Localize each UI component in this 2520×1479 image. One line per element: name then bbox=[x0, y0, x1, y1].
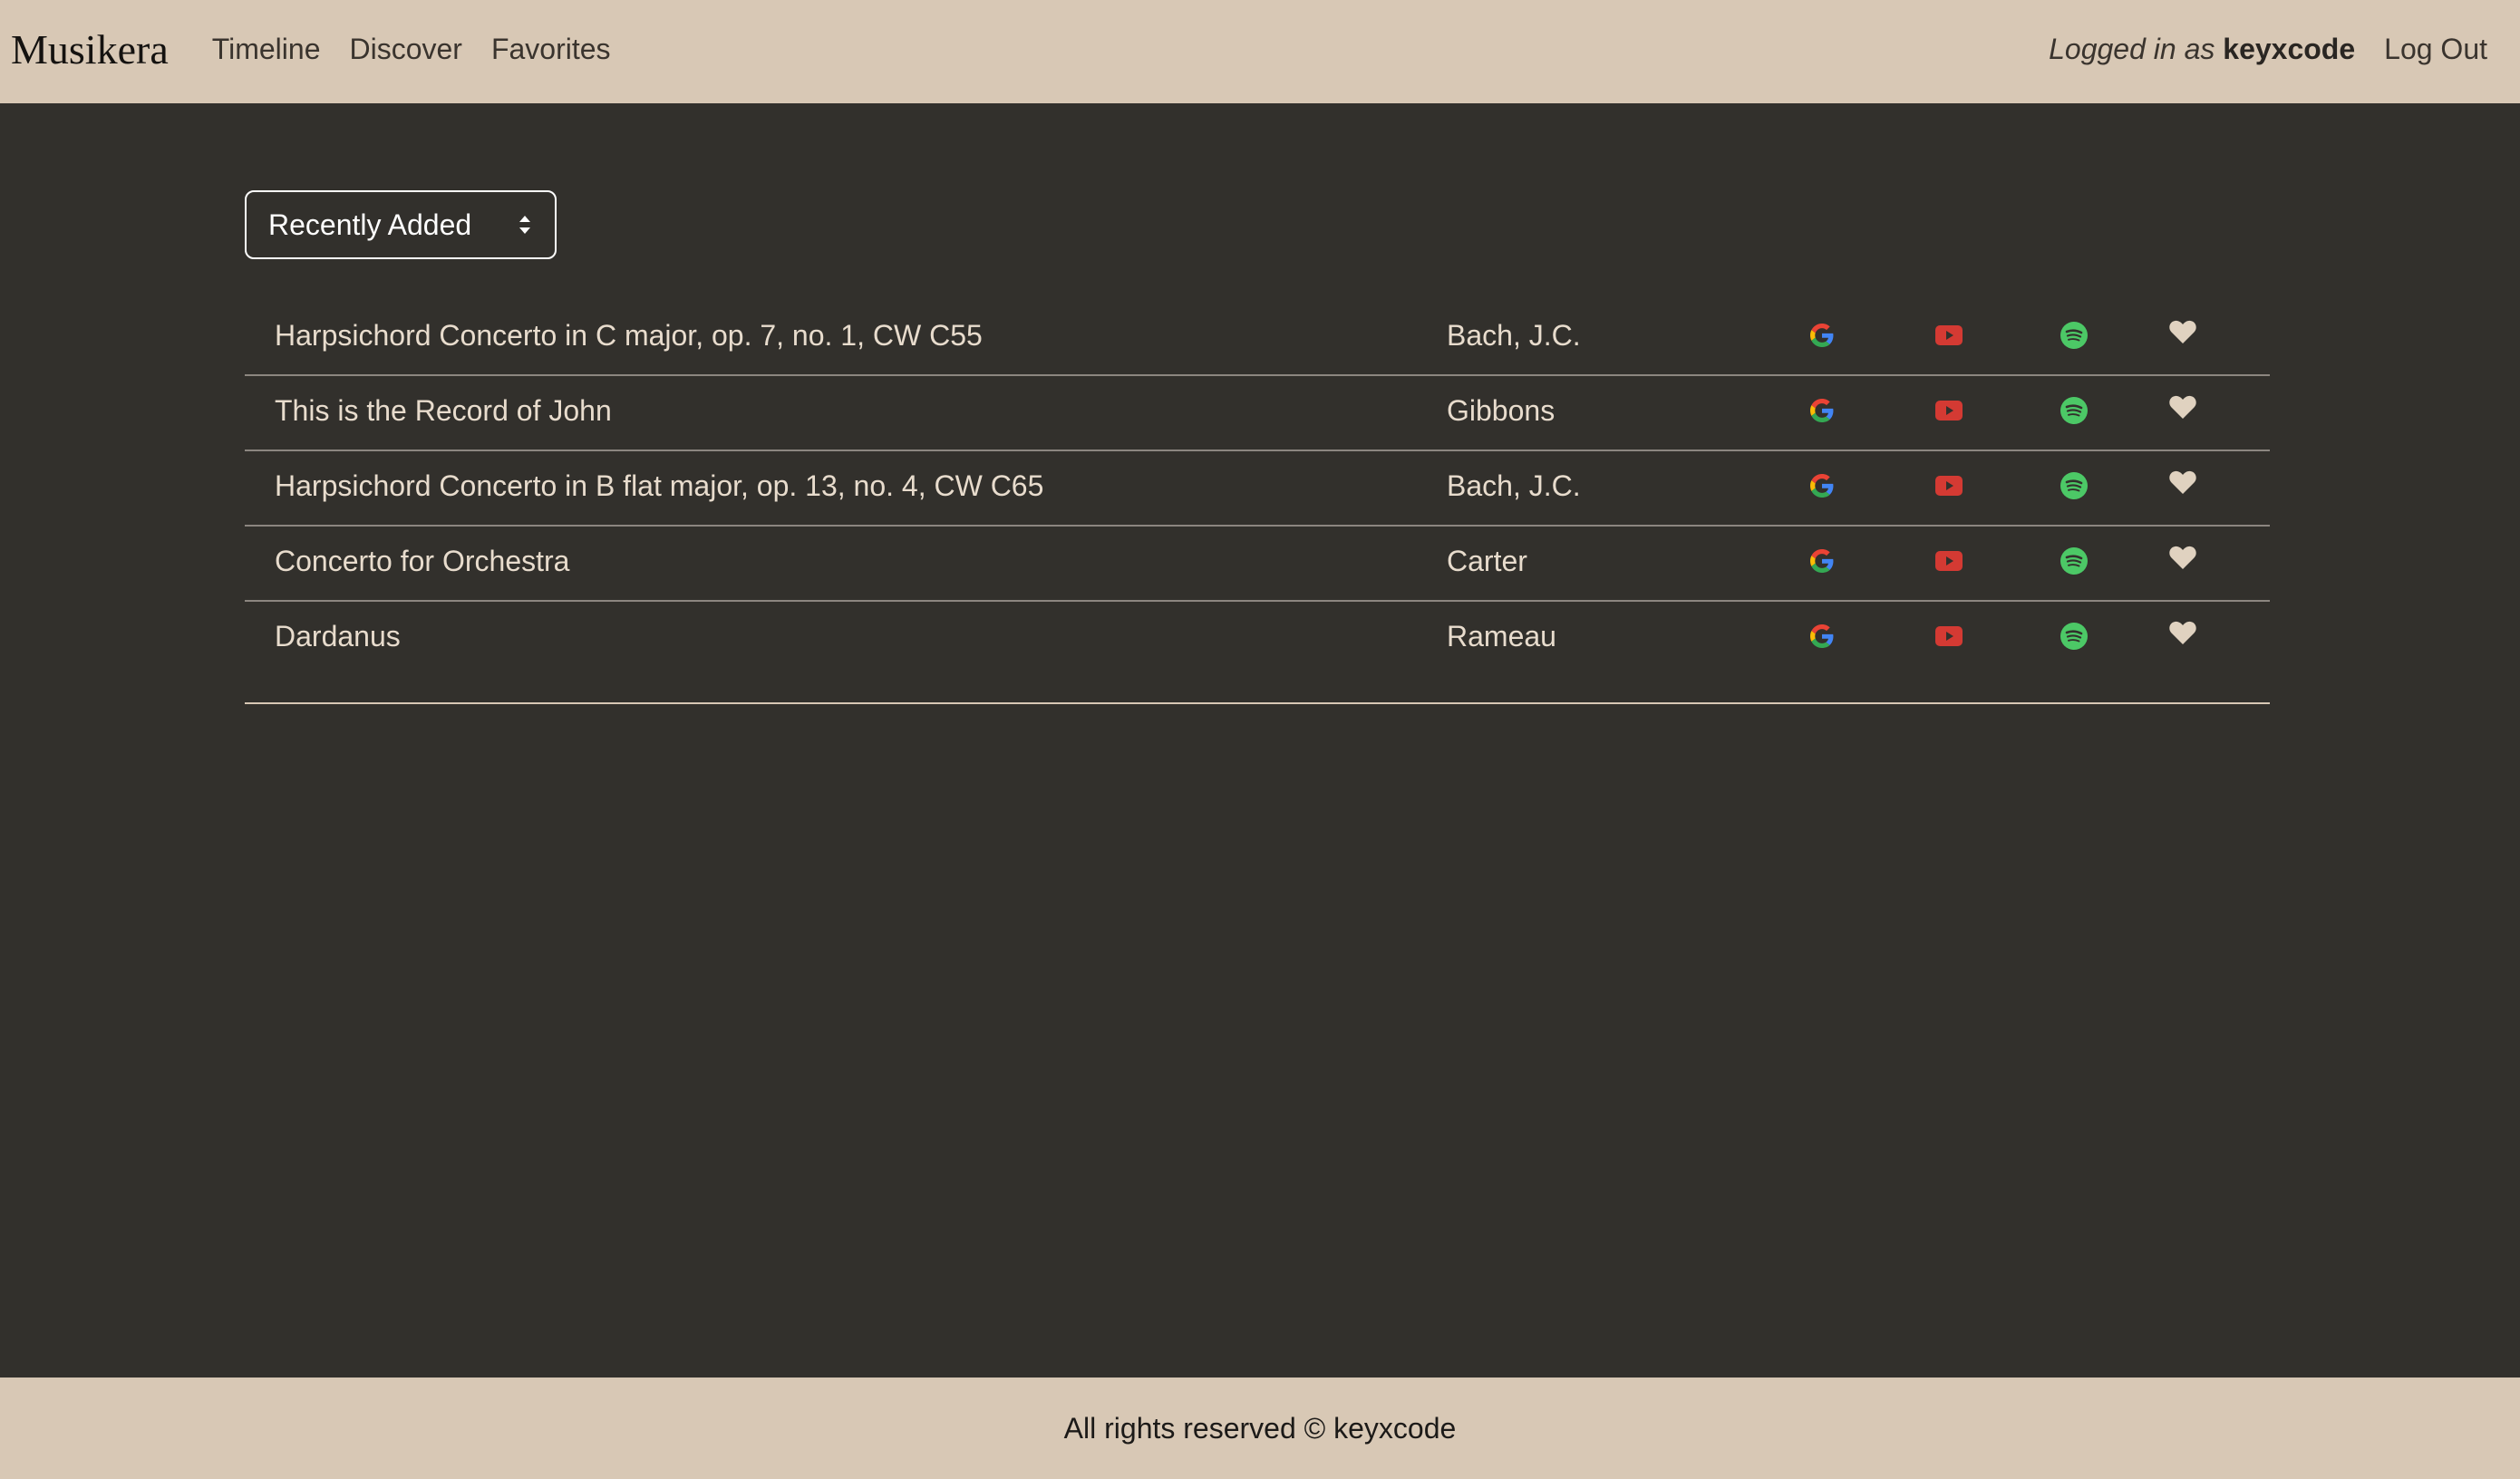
username: keyxcode bbox=[2223, 32, 2356, 65]
work-title[interactable]: Harpsichord Concerto in C major, op. 7, … bbox=[275, 319, 983, 353]
brand-logo[interactable]: Musikera bbox=[11, 25, 169, 73]
work-composer[interactable]: Bach, J.C. bbox=[1447, 469, 1581, 503]
work-composer[interactable]: Carter bbox=[1447, 545, 1527, 578]
spotify-search-button[interactable] bbox=[2060, 321, 2089, 350]
logout-link[interactable]: Log Out bbox=[2384, 33, 2487, 66]
youtube-search-button[interactable] bbox=[1934, 471, 1963, 500]
google-search-button[interactable] bbox=[1808, 471, 1837, 500]
heart-icon bbox=[2169, 395, 2196, 419]
favorite-button[interactable] bbox=[2168, 618, 2197, 647]
google-icon bbox=[1810, 624, 1834, 648]
footer: All rights reserved © keyxcode bbox=[0, 1378, 2520, 1479]
favorite-button[interactable] bbox=[2168, 392, 2197, 421]
youtube-icon bbox=[1935, 325, 1963, 345]
youtube-search-button[interactable] bbox=[1934, 321, 1963, 350]
youtube-search-button[interactable] bbox=[1934, 622, 1963, 651]
google-search-button[interactable] bbox=[1808, 396, 1837, 425]
spotify-icon bbox=[2060, 472, 2088, 499]
spotify-icon bbox=[2060, 322, 2088, 349]
spotify-icon bbox=[2060, 623, 2088, 650]
nav-link-favorites[interactable]: Favorites bbox=[491, 33, 611, 66]
work-row: Concerto for Orchestra Carter bbox=[245, 527, 2270, 602]
heart-icon bbox=[2169, 470, 2196, 494]
google-search-button[interactable] bbox=[1808, 546, 1837, 575]
google-icon bbox=[1810, 324, 1834, 347]
work-composer[interactable]: Bach, J.C. bbox=[1447, 319, 1581, 353]
spotify-search-button[interactable] bbox=[2060, 396, 2089, 425]
favorite-button[interactable] bbox=[2168, 317, 2197, 346]
google-icon bbox=[1810, 549, 1834, 573]
work-row: This is the Record of John Gibbons bbox=[245, 376, 2270, 451]
youtube-icon bbox=[1935, 551, 1963, 571]
work-title[interactable]: Dardanus bbox=[275, 620, 401, 653]
spotify-icon bbox=[2060, 547, 2088, 575]
youtube-search-button[interactable] bbox=[1934, 396, 1963, 425]
work-row: Harpsichord Concerto in B flat major, op… bbox=[245, 451, 2270, 527]
google-icon bbox=[1810, 474, 1834, 498]
chevron-up-down-icon bbox=[519, 216, 530, 234]
footer-text: All rights reserved © keyxcode bbox=[1063, 1411, 1457, 1445]
favorite-button[interactable] bbox=[2168, 543, 2197, 572]
main-content: Recently Added Harpsichord Concerto in C… bbox=[245, 190, 2270, 704]
spotify-search-button[interactable] bbox=[2060, 471, 2089, 500]
favorite-button[interactable] bbox=[2168, 468, 2197, 497]
login-status: Logged in as keyxcode bbox=[2049, 33, 2355, 66]
work-composer[interactable]: Gibbons bbox=[1447, 394, 1555, 428]
sort-select[interactable]: Recently Added bbox=[245, 190, 557, 259]
heart-icon bbox=[2169, 546, 2196, 569]
youtube-search-button[interactable] bbox=[1934, 546, 1963, 575]
google-icon bbox=[1810, 399, 1834, 422]
youtube-icon bbox=[1935, 626, 1963, 646]
google-search-button[interactable] bbox=[1808, 321, 1837, 350]
navbar: Musikera Timeline Discover Favorites Log… bbox=[0, 0, 2520, 103]
youtube-icon bbox=[1935, 476, 1963, 496]
spotify-search-button[interactable] bbox=[2060, 622, 2089, 651]
works-list: Harpsichord Concerto in C major, op. 7, … bbox=[245, 301, 2270, 704]
heart-icon bbox=[2169, 621, 2196, 644]
spotify-search-button[interactable] bbox=[2060, 546, 2089, 575]
spotify-icon bbox=[2060, 397, 2088, 424]
youtube-icon bbox=[1935, 401, 1963, 420]
work-row: Harpsichord Concerto in C major, op. 7, … bbox=[245, 301, 2270, 376]
work-row: Dardanus Rameau bbox=[245, 602, 2270, 704]
google-search-button[interactable] bbox=[1808, 622, 1837, 651]
login-prefix: Logged in as bbox=[2049, 32, 2215, 65]
work-title[interactable]: This is the Record of John bbox=[275, 394, 612, 428]
nav-link-timeline[interactable]: Timeline bbox=[212, 33, 321, 66]
work-title[interactable]: Harpsichord Concerto in B flat major, op… bbox=[275, 469, 1043, 503]
work-title[interactable]: Concerto for Orchestra bbox=[275, 545, 569, 578]
heart-icon bbox=[2169, 320, 2196, 343]
sort-select-value: Recently Added bbox=[268, 208, 472, 241]
nav-link-discover[interactable]: Discover bbox=[349, 33, 461, 66]
work-composer[interactable]: Rameau bbox=[1447, 620, 1556, 653]
